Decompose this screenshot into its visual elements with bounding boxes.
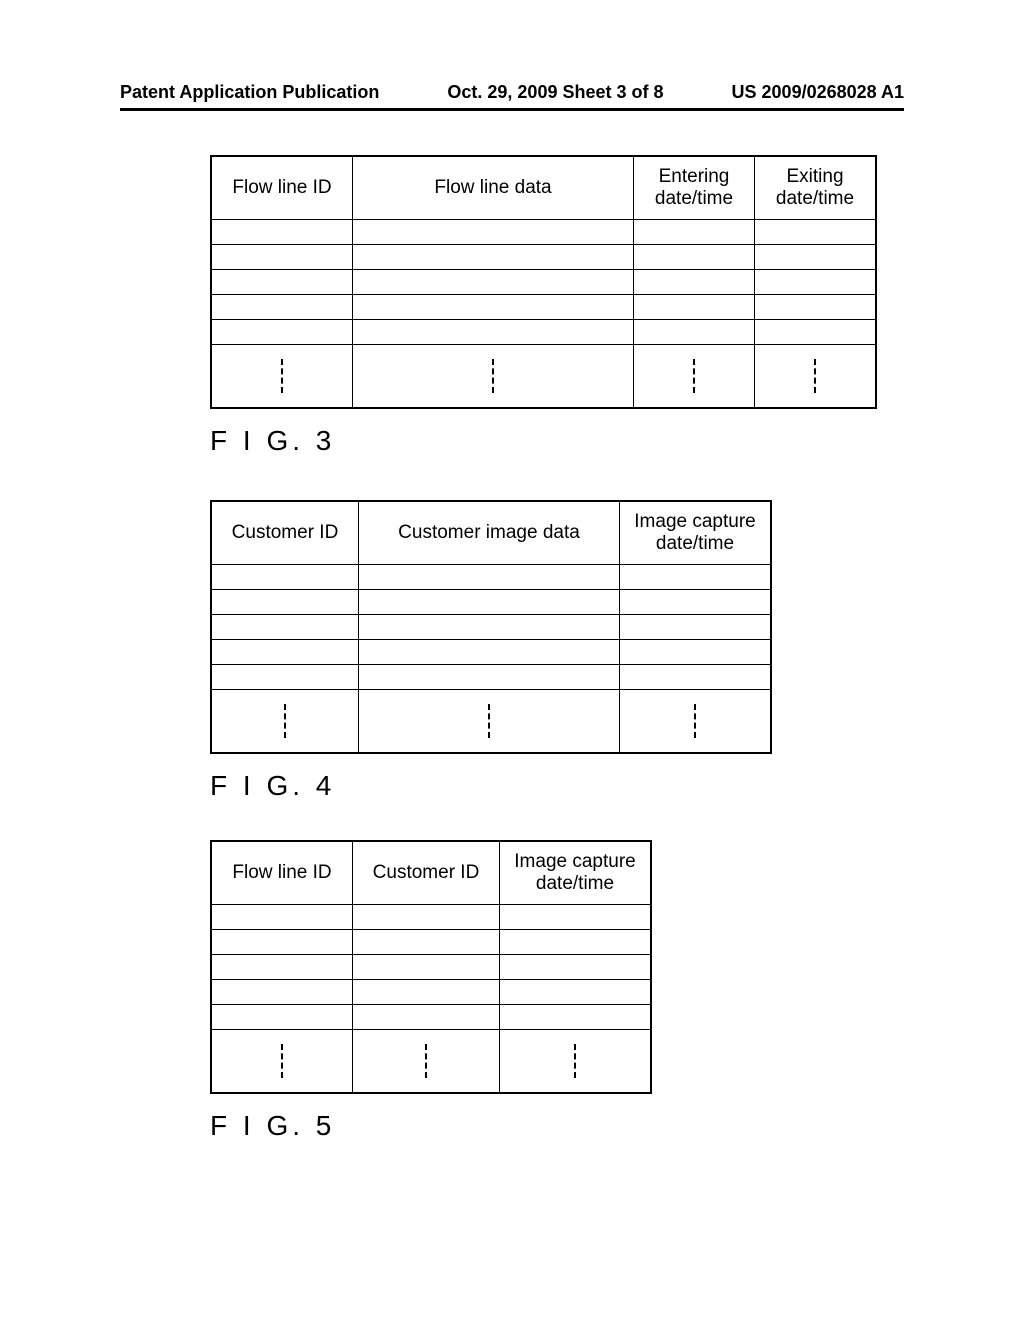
- table-row: [211, 1005, 651, 1030]
- vertical-ellipsis-icon: [281, 1044, 283, 1078]
- vertical-ellipsis-icon: [492, 359, 494, 393]
- header-center: Oct. 29, 2009 Sheet 3 of 8: [447, 82, 663, 103]
- col-image-capture-date: Image capture date/time: [500, 841, 652, 905]
- figure-4-block: Customer ID Customer image data Image ca…: [210, 500, 772, 802]
- table-row: [211, 220, 876, 245]
- col-flow-line-data: Flow line data: [353, 156, 634, 220]
- figure-4-table: Customer ID Customer image data Image ca…: [210, 500, 772, 754]
- col-image-capture-date: Image capture date/time: [620, 501, 772, 565]
- table-row: [211, 320, 876, 345]
- vertical-ellipsis-icon: [574, 1044, 576, 1078]
- table-row: [211, 565, 771, 590]
- figure-4-label: F I G. 4: [210, 770, 772, 802]
- table-row-continuation: [211, 345, 876, 409]
- col-flow-line-id: Flow line ID: [211, 841, 353, 905]
- table-row: [211, 930, 651, 955]
- vertical-ellipsis-icon: [425, 1044, 427, 1078]
- table-row-continuation: [211, 1030, 651, 1094]
- figure-3-table: Flow line ID Flow line data Entering dat…: [210, 155, 877, 409]
- table-row-continuation: [211, 690, 771, 754]
- page: Patent Application Publication Oct. 29, …: [0, 0, 1024, 1320]
- col-customer-id: Customer ID: [353, 841, 500, 905]
- table-row: [211, 245, 876, 270]
- table-header-row: Customer ID Customer image data Image ca…: [211, 501, 771, 565]
- table-row: [211, 640, 771, 665]
- table-row: [211, 980, 651, 1005]
- vertical-ellipsis-icon: [284, 704, 286, 738]
- header-rule: [120, 108, 904, 111]
- header-left: Patent Application Publication: [120, 82, 379, 103]
- vertical-ellipsis-icon: [814, 359, 816, 393]
- table-row: [211, 905, 651, 930]
- table-row: [211, 270, 876, 295]
- vertical-ellipsis-icon: [693, 359, 695, 393]
- col-customer-id: Customer ID: [211, 501, 359, 565]
- col-exiting-date: Exiting date/time: [755, 156, 877, 220]
- table-header-row: Flow line ID Customer ID Image capture d…: [211, 841, 651, 905]
- table-header-row: Flow line ID Flow line data Entering dat…: [211, 156, 876, 220]
- table-row: [211, 665, 771, 690]
- col-entering-date: Entering date/time: [634, 156, 755, 220]
- vertical-ellipsis-icon: [488, 704, 490, 738]
- vertical-ellipsis-icon: [281, 359, 283, 393]
- table-row: [211, 590, 771, 615]
- figure-5-table: Flow line ID Customer ID Image capture d…: [210, 840, 652, 1094]
- table-row: [211, 615, 771, 640]
- col-customer-image-data: Customer image data: [359, 501, 620, 565]
- figure-5-label: F I G. 5: [210, 1110, 652, 1142]
- header-right: US 2009/0268028 A1: [732, 82, 904, 103]
- figure-3-block: Flow line ID Flow line data Entering dat…: [210, 155, 877, 457]
- page-header: Patent Application Publication Oct. 29, …: [0, 82, 1024, 109]
- figure-5-block: Flow line ID Customer ID Image capture d…: [210, 840, 652, 1142]
- table-row: [211, 955, 651, 980]
- col-flow-line-id: Flow line ID: [211, 156, 353, 220]
- vertical-ellipsis-icon: [694, 704, 696, 738]
- table-row: [211, 295, 876, 320]
- figure-3-label: F I G. 3: [210, 425, 877, 457]
